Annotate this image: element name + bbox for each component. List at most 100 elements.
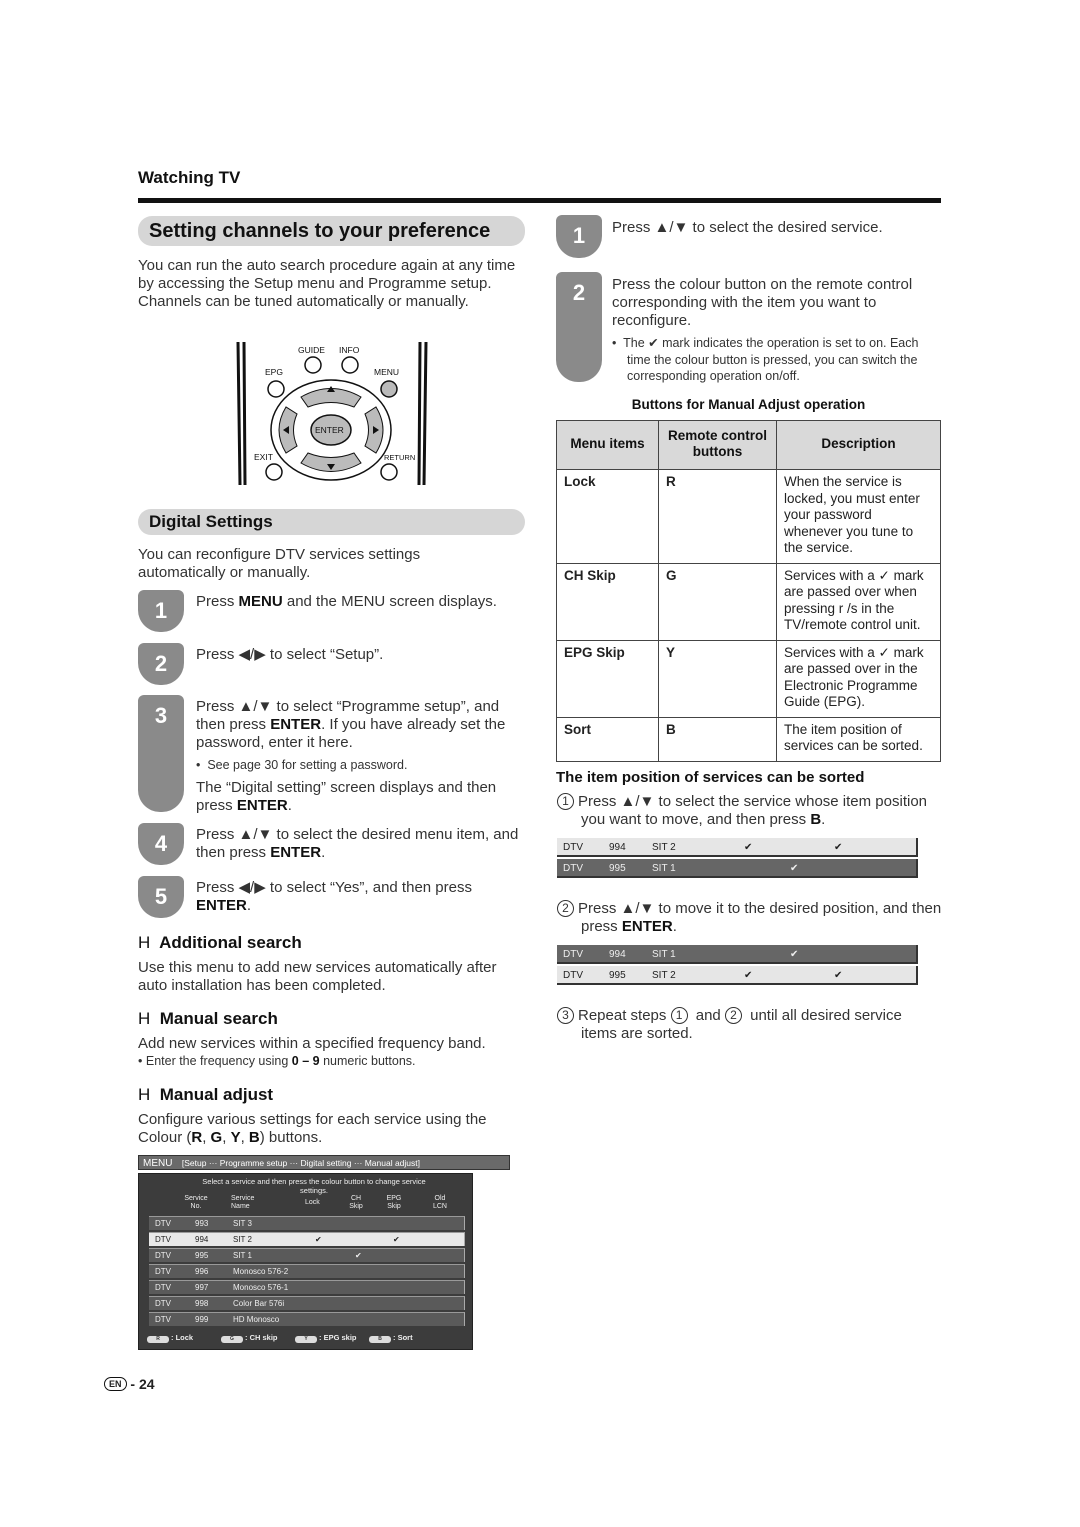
cell-no: 999: [195, 1315, 209, 1324]
cell-lock: ✔: [315, 1235, 322, 1244]
cell-type: DTV: [563, 863, 583, 874]
cell-type: DTV: [563, 949, 583, 960]
legend-label: : CH skip: [245, 1333, 278, 1342]
legend-epgskip: Y: EPG skip: [295, 1333, 357, 1343]
cell-name: SIT 1: [652, 949, 676, 960]
manual-adjust-heading: H Manual adjust: [138, 1085, 274, 1104]
service-row[interactable]: DTV 996 Monosco 576-2: [149, 1264, 465, 1278]
step-5-text: Press ◀/▶ to select “Yes”, and then pres…: [196, 879, 472, 914]
epg-button[interactable]: EPG: [265, 367, 285, 398]
intro-text: You can run the auto search procedure ag…: [138, 257, 516, 310]
table-cell: The item position of services can be sor…: [776, 716, 941, 762]
col-ch-skip: CH Skip: [349, 1195, 363, 1210]
colour-key-B: B: [369, 1336, 391, 1343]
step-badge: 1: [138, 590, 184, 632]
page-title: Setting channels to your preference: [138, 216, 525, 246]
table-cell: G: [658, 562, 777, 641]
service-row: DTV 994 SIT 1 ✔: [557, 945, 918, 964]
cell-ch: ✔: [790, 863, 799, 874]
table-cell: Services with a ✓ mark are passed over i…: [776, 639, 941, 718]
remote-illustration: GUIDE INFO EPG MENU ENTER EXIT RETURN: [234, 341, 430, 487]
cell-name: SIT 1: [652, 863, 676, 874]
cell-no: 995: [195, 1251, 209, 1260]
menu-breadcrumb-bar: MENU [Setup ··· Programme setup ··· Digi…: [138, 1155, 510, 1170]
buttons-table-caption: Buttons for Manual Adjust operation: [631, 397, 866, 412]
colour-key-Y: Y: [295, 1336, 317, 1343]
service-row: DTV 995 SIT 1 ✔: [557, 859, 918, 878]
cell-type: DTV: [155, 1219, 171, 1228]
cell-lock: ✔: [744, 842, 753, 853]
right-step-2-note: • The ✔ mark indicates the operation is …: [612, 336, 919, 383]
step-3-note: • See page 30 for setting a password.: [196, 758, 408, 772]
info-button[interactable]: INFO: [339, 345, 360, 374]
manual-adjust-screen: Select a service and then press the colo…: [138, 1173, 473, 1350]
service-row: DTV 994 SIT 2 ✔ ✔: [557, 838, 918, 857]
service-row[interactable]: DTV 993 SIT 3: [149, 1216, 465, 1230]
svg-text:EXIT: EXIT: [254, 452, 273, 462]
step-1-text: Press MENU and the MENU screen displays.: [196, 593, 497, 610]
service-row: DTV 995 SIT 2 ✔ ✔: [557, 966, 918, 985]
col-service-name: Service Name: [231, 1195, 255, 1210]
col-epg-skip: EPG Skip: [386, 1195, 402, 1210]
svg-text:RETURN: RETURN: [384, 453, 415, 462]
return-button[interactable]: RETURN: [380, 453, 415, 481]
cell-type: DTV: [155, 1251, 171, 1260]
step-badge: 3: [138, 695, 184, 812]
svg-text:MENU: MENU: [374, 367, 399, 377]
table-cell: Services with a ✓ mark are passed over w…: [776, 562, 941, 641]
table-cell: R: [658, 469, 777, 564]
exit-button[interactable]: EXIT: [254, 452, 283, 481]
table-cell: CH Skip: [556, 562, 659, 641]
table-cell: When the service is locked, you must ent…: [776, 469, 941, 564]
cell-no: 994: [195, 1235, 209, 1244]
step-2-text: Press ◀/▶ to select “Setup”.: [196, 646, 384, 663]
step-badge: 2: [138, 643, 184, 685]
cell-epg: ✔: [393, 1235, 400, 1244]
cell-name: HD Monosco: [233, 1315, 280, 1324]
sort-heading: The item position of services can be sor…: [556, 769, 865, 786]
cell-type: DTV: [563, 970, 583, 981]
cell-name: SIT 2: [233, 1235, 252, 1244]
step-badge: 5: [138, 876, 184, 918]
svg-text:GUIDE: GUIDE: [298, 345, 325, 355]
step-badge: 4: [138, 823, 184, 865]
digital-settings-title: Digital Settings: [138, 509, 525, 535]
cell-name: Color Bar 576i: [233, 1299, 285, 1308]
step-4-text: Press ▲/▼ to select the desired menu ite…: [196, 826, 519, 861]
table-cell: Lock: [556, 469, 659, 564]
table-cell: EPG Skip: [556, 639, 659, 718]
cell-ch: ✔: [355, 1251, 362, 1260]
table-cell: Y: [658, 639, 777, 718]
cell-type: DTV: [155, 1299, 171, 1308]
legend-label: : Sort: [393, 1333, 413, 1342]
additional-search-heading: H Additional search: [138, 933, 302, 952]
service-row[interactable]: DTV 998 Color Bar 576i: [149, 1296, 465, 1310]
step-3-text: Press ▲/▼ to select “Programme setup”, a…: [196, 698, 506, 751]
cell-name: Monosco 576-1: [233, 1283, 289, 1292]
cell-no: 998: [195, 1299, 209, 1308]
cell-type: DTV: [563, 842, 583, 853]
col-old-lcn: Old LCN: [432, 1195, 447, 1210]
buttons-table: Menu items Remote control buttons Descript…: [556, 420, 941, 762]
cell-no: 994: [609, 842, 626, 853]
service-row[interactable]: DTV 994 SIT 2 ✔ ✔: [149, 1232, 465, 1246]
svg-text:EPG: EPG: [265, 367, 283, 377]
table-row: CH Skip G Services with a ✓ mark are passe…: [556, 562, 941, 641]
cell-ch: ✔: [790, 949, 799, 960]
cell-no: 997: [195, 1283, 209, 1292]
cell-no: 995: [609, 863, 626, 874]
additional-search-text: Use this menu to add new services automa…: [138, 959, 497, 994]
svg-text:INFO: INFO: [339, 345, 360, 355]
table-row: EPG Skip Y Services with a ✓ mark are pass…: [556, 639, 941, 718]
enter-button[interactable]: ENTER: [310, 414, 352, 446]
cell-type: DTV: [155, 1267, 171, 1276]
menu-button[interactable]: MENU: [374, 367, 399, 398]
service-row[interactable]: DTV 999 HD Monosco: [149, 1312, 465, 1326]
sort-step-3: 3 Repeat steps 1 and 2 until all desired …: [557, 1007, 927, 1043]
table-row: Lock R When the service is locked, you mus…: [556, 469, 941, 564]
th-description: Description: [776, 420, 941, 470]
service-row[interactable]: DTV 995 SIT 1 ✔: [149, 1248, 465, 1262]
service-row[interactable]: DTV 997 Monosco 576-1: [149, 1280, 465, 1294]
svg-text:ENTER: ENTER: [315, 425, 344, 435]
guide-button[interactable]: GUIDE: [298, 345, 325, 374]
